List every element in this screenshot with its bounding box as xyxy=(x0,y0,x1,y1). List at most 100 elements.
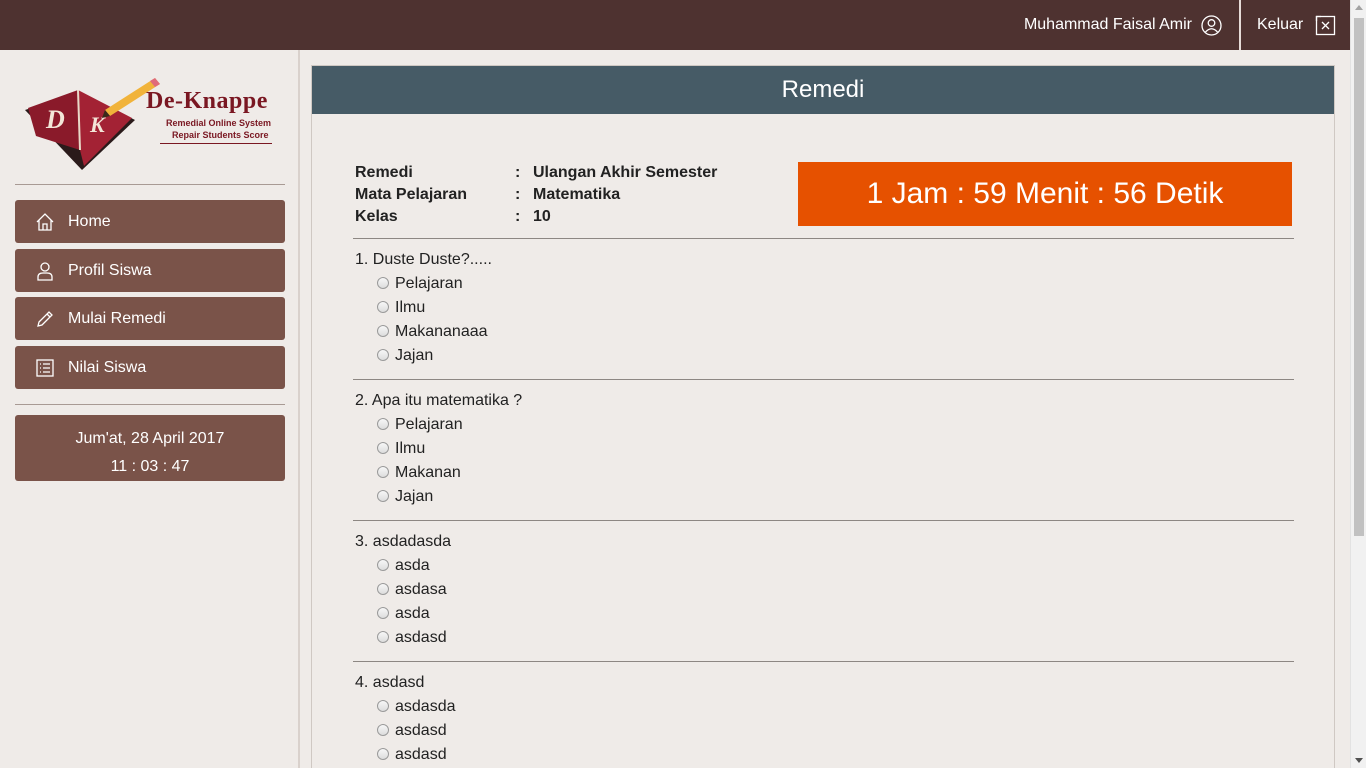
topbar-divider xyxy=(1239,0,1241,50)
info-row: Remedi : Ulangan Akhir Semester xyxy=(355,162,717,184)
sidebar-item-home[interactable]: Home xyxy=(15,200,285,243)
radio-button[interactable] xyxy=(377,276,389,289)
user-circle-icon xyxy=(1201,14,1222,36)
radio-button[interactable] xyxy=(377,747,389,760)
radio-button[interactable] xyxy=(377,630,389,643)
answer-option[interactable]: Jajan xyxy=(355,485,522,509)
answer-option[interactable]: Makananaaa xyxy=(355,320,492,344)
sidebar-item-mulai-remedi[interactable]: Mulai Remedi xyxy=(15,297,285,340)
answer-option[interactable]: Ilmu xyxy=(355,437,522,461)
radio-button[interactable] xyxy=(377,417,389,430)
info-row: Mata Pelajaran : Matematika xyxy=(355,184,717,206)
exam-info: Remedi : Ulangan Akhir Semester Mata Pel… xyxy=(355,162,717,228)
scrollbar-thumb[interactable] xyxy=(1354,18,1364,536)
info-row: Kelas : 10 xyxy=(355,206,717,228)
brand-name: De-Knappe xyxy=(146,88,268,114)
answer-option[interactable]: asda xyxy=(355,602,451,626)
radio-button[interactable] xyxy=(377,606,389,619)
question-text: 2. Apa itu matematika ? xyxy=(355,392,523,409)
sidebar-item-profil-siswa[interactable]: Profil Siswa xyxy=(15,249,285,292)
sidebar-item-label: Home xyxy=(68,212,111,230)
book-logo-icon: D K xyxy=(25,78,160,170)
sidebar-item-nilai-siswa[interactable]: Nilai Siswa xyxy=(15,346,285,389)
date-time-box: Jum'at, 28 April 2017 11 : 03 : 47 xyxy=(15,415,285,481)
sidebar-item-label: Profil Siswa xyxy=(68,261,152,279)
app-logo: D K De-Knappe Remedial Online System Rep… xyxy=(20,70,275,180)
top-bar: Muhammad Faisal Amir Keluar xyxy=(0,0,1350,50)
panel-title: Remedi xyxy=(312,66,1334,114)
info-label: Kelas xyxy=(355,208,398,225)
radio-button[interactable] xyxy=(377,465,389,478)
info-value: Ulangan Akhir Semester xyxy=(533,164,718,181)
current-date: Jum'at, 28 April 2017 xyxy=(75,430,225,447)
sidebar-divider xyxy=(15,404,285,405)
brand-tagline-1: Remedial Online System xyxy=(166,118,272,128)
sidebar: D K De-Knappe Remedial Online System Rep… xyxy=(0,50,300,768)
svg-text:D: D xyxy=(45,105,65,134)
question-text: 3. asdadasda xyxy=(355,533,452,550)
option-label: Jajan xyxy=(395,488,434,505)
radio-button[interactable] xyxy=(377,441,389,454)
user-name: Muhammad Faisal Amir xyxy=(1023,16,1192,33)
answer-option[interactable]: asdasd xyxy=(355,743,456,767)
radio-button[interactable] xyxy=(377,489,389,502)
scroll-up-arrow-icon[interactable] xyxy=(1355,5,1363,10)
answer-option[interactable]: Pelajaran xyxy=(355,272,492,296)
option-label: asdasa xyxy=(395,581,447,598)
answer-option[interactable]: asda xyxy=(355,554,451,578)
question-divider xyxy=(353,379,1294,380)
user-menu[interactable]: Muhammad Faisal Amir xyxy=(1024,0,1222,50)
radio-button[interactable] xyxy=(377,300,389,313)
scroll-down-arrow-icon[interactable] xyxy=(1355,758,1363,763)
question-divider xyxy=(353,520,1294,521)
list-icon xyxy=(34,357,56,379)
radio-button[interactable] xyxy=(377,723,389,736)
radio-button[interactable] xyxy=(377,582,389,595)
answer-option[interactable]: Pelajaran xyxy=(355,413,522,437)
answer-option[interactable]: Ilmu xyxy=(355,296,492,320)
answer-option[interactable]: asdasda xyxy=(355,695,456,719)
question-divider xyxy=(353,661,1294,662)
info-separator: : xyxy=(515,208,521,225)
answer-option[interactable]: asdasd xyxy=(355,626,451,650)
remedi-panel: Remedi Remedi : Ulangan Akhir Semester M… xyxy=(311,65,1335,768)
option-label: Makanan xyxy=(395,464,461,481)
option-label: asda xyxy=(395,605,430,622)
info-label: Remedi xyxy=(355,164,413,181)
option-label: Pelajaran xyxy=(395,275,463,292)
sidebar-divider xyxy=(15,184,285,185)
info-separator: : xyxy=(515,164,521,181)
pencil-icon xyxy=(34,308,56,330)
option-label: asdasd xyxy=(395,722,447,739)
question-1: 1. Duste Duste?..... Pelajaran Ilmu Maka… xyxy=(355,248,492,368)
info-value: Matematika xyxy=(533,186,621,203)
countdown-timer: 1 Jam : 59 Menit : 56 Detik xyxy=(798,162,1292,226)
home-icon xyxy=(34,211,56,233)
answer-option[interactable]: asdasd xyxy=(355,719,456,743)
option-label: asdasd xyxy=(395,629,447,646)
option-label: Ilmu xyxy=(395,440,426,457)
logout-button[interactable]: Keluar xyxy=(1257,0,1336,50)
answer-option[interactable]: Makanan xyxy=(355,461,522,485)
question-4: 4. asdasd asdasda asdasd asdasd xyxy=(355,671,456,767)
page-scrollbar[interactable] xyxy=(1350,0,1366,768)
radio-button[interactable] xyxy=(377,558,389,571)
radio-button[interactable] xyxy=(377,324,389,337)
option-label: Ilmu xyxy=(395,299,426,316)
answer-option[interactable]: asdasa xyxy=(355,578,451,602)
radio-button[interactable] xyxy=(377,699,389,712)
info-value: 10 xyxy=(533,208,551,225)
sidebar-item-label: Nilai Siswa xyxy=(68,358,147,376)
info-label: Mata Pelajaran xyxy=(355,186,468,203)
option-label: asdasda xyxy=(395,698,456,715)
question-divider xyxy=(353,238,1294,239)
brand-tagline-2: Repair Students Score xyxy=(172,130,269,140)
option-label: asdasd xyxy=(395,746,447,763)
info-separator: : xyxy=(515,186,521,203)
logout-label: Keluar xyxy=(1257,16,1304,33)
answer-option[interactable]: Jajan xyxy=(355,344,492,368)
radio-button[interactable] xyxy=(377,348,389,361)
brand-underline xyxy=(160,143,272,144)
question-2: 2. Apa itu matematika ? Pelajaran Ilmu M… xyxy=(355,389,522,509)
logout-icon xyxy=(1316,15,1336,35)
